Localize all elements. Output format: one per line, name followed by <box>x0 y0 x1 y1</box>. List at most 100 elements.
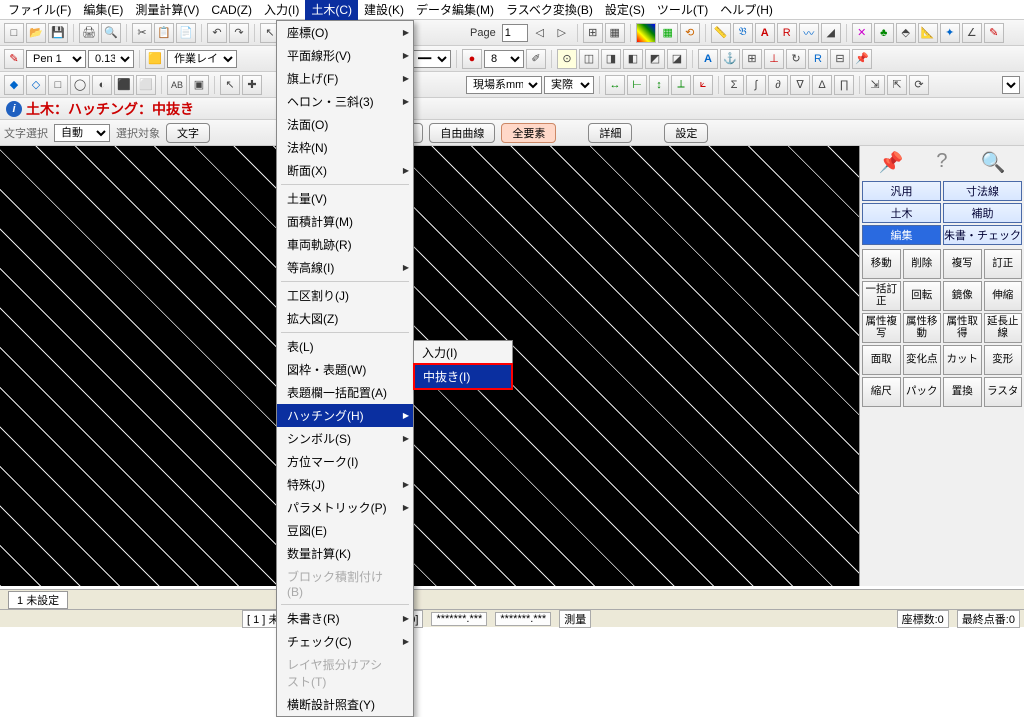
pen-size-select[interactable]: 0.13 <box>88 50 134 68</box>
dd-check[interactable]: チェック(C) <box>277 630 413 653</box>
angle-icon[interactable]: ◢ <box>821 23 841 43</box>
grid-icon[interactable]: ▦ <box>658 23 678 43</box>
compass-icon[interactable]: 𝔅 <box>733 23 753 43</box>
ext1-icon[interactable]: ⇲ <box>865 75 885 95</box>
ruler-icon[interactable]: 📏 <box>711 23 731 43</box>
layer-select[interactable]: 作業レイヤ <box>167 50 237 68</box>
layer-pen-icon[interactable]: 🟨 <box>145 49 165 69</box>
pin-icon[interactable]: 📌 <box>879 150 904 175</box>
pick5-icon[interactable]: ◐ <box>92 75 112 95</box>
mode-select[interactable]: 実際 <box>544 76 594 94</box>
calc3-icon[interactable]: ∂ <box>768 75 788 95</box>
snap5-icon[interactable]: ◩ <box>645 49 665 69</box>
print-icon[interactable]: 🖨 <box>79 23 99 43</box>
dd-cross-verify[interactable]: 横断設計照査(Y) <box>277 693 413 716</box>
area-icon[interactable]: ▣ <box>189 75 209 95</box>
menu-construction[interactable]: 建設(K) <box>358 0 410 20</box>
dd-mame[interactable]: 豆図(E) <box>277 519 413 542</box>
plus-icon[interactable]: ✚ <box>242 75 262 95</box>
end-select[interactable] <box>1002 76 1020 94</box>
dd-quantity[interactable]: 数量計算(K) <box>277 542 413 565</box>
dd-hatching[interactable]: ハッチング(H) <box>277 404 413 427</box>
tool-changepoint[interactable]: 変化点 <box>903 345 942 375</box>
text-ab-icon[interactable]: AB <box>167 75 187 95</box>
dim4-icon[interactable]: ⟂ <box>671 75 691 95</box>
calc4-icon[interactable]: ∇ <box>790 75 810 95</box>
menu-dataedit[interactable]: データ編集(M) <box>410 0 500 20</box>
menu-edit[interactable]: 編集(E) <box>77 0 129 20</box>
curve-icon[interactable]: 〰 <box>799 23 819 43</box>
dd-titleblock-batch[interactable]: 表題欄一括配置(A) <box>277 381 413 404</box>
tab-edit[interactable]: 編集 <box>862 225 941 245</box>
dim5-icon[interactable]: ⟀ <box>693 75 713 95</box>
num-select[interactable]: 8 <box>484 50 524 68</box>
point-icon[interactable]: ✦ <box>940 23 960 43</box>
ext3-icon[interactable]: ⟳ <box>909 75 929 95</box>
preview-icon[interactable]: 🔍 <box>101 23 121 43</box>
anchor-icon[interactable]: ⚓ <box>720 49 740 69</box>
tool-cut[interactable]: カット <box>943 345 982 375</box>
menu-settings[interactable]: 設定(S) <box>599 0 651 20</box>
dd-earthwork[interactable]: 土量(V) <box>277 187 413 210</box>
ext2-icon[interactable]: ⇱ <box>887 75 907 95</box>
color-icon[interactable] <box>636 23 656 43</box>
filter-settings-button[interactable]: 設定 <box>664 123 708 143</box>
pick4-icon[interactable]: ◯ <box>70 75 90 95</box>
tool-raster[interactable]: ラスタ <box>984 377 1023 407</box>
cut-icon[interactable]: ✂ <box>132 23 152 43</box>
menu-tool[interactable]: ツール(T) <box>651 0 714 20</box>
snap6-icon[interactable]: ◪ <box>667 49 687 69</box>
sm-hollow[interactable]: 中抜き(I) <box>413 363 513 390</box>
tool-copy[interactable]: 複写 <box>943 249 982 279</box>
box-r-icon[interactable]: R <box>808 49 828 69</box>
tool-fillet[interactable]: 面取 <box>862 345 901 375</box>
question-icon[interactable]: ? <box>936 150 947 175</box>
paste-icon[interactable]: 📄 <box>176 23 196 43</box>
filter-detail-button[interactable]: 詳細 <box>588 123 632 143</box>
magnifier-icon[interactable]: 🔍 <box>981 150 1006 175</box>
dd-parametric[interactable]: パラメトリック(P) <box>277 496 413 519</box>
tool-batchfix[interactable]: 一括訂正 <box>862 281 901 311</box>
menu-input[interactable]: 入力(I) <box>258 0 305 20</box>
page-next-icon[interactable]: ▷ <box>552 23 572 43</box>
units-select[interactable]: 現場系mm <box>466 76 542 94</box>
tool-move[interactable]: 移動 <box>862 249 901 279</box>
dd-plane[interactable]: 平面線形(V) <box>277 44 413 67</box>
run-icon[interactable]: ⟲ <box>680 23 700 43</box>
measure-icon[interactable]: ∠ <box>962 23 982 43</box>
redo-icon[interactable]: ↷ <box>229 23 249 43</box>
eyedropper-icon[interactable]: ✐ <box>526 49 546 69</box>
open-icon[interactable]: 📂 <box>26 23 46 43</box>
tool-attrget[interactable]: 属性取得 <box>943 313 982 343</box>
dim1-icon[interactable]: ↔ <box>605 75 625 95</box>
text-icon[interactable]: A <box>755 23 775 43</box>
dd-flag[interactable]: 旗上げ(F) <box>277 67 413 90</box>
tool-mirror[interactable]: 鏡像 <box>943 281 982 311</box>
snap2-icon[interactable]: ◫ <box>579 49 599 69</box>
line-style-select[interactable]: ━━ <box>411 50 451 68</box>
filter-all-button[interactable]: 全要素 <box>501 123 556 143</box>
dd-north[interactable]: 方位マーク(I) <box>277 450 413 473</box>
tool-stretch[interactable]: 伸縮 <box>984 281 1023 311</box>
tool-scale[interactable]: 縮尺 <box>862 377 901 407</box>
copy-icon[interactable]: 📋 <box>154 23 174 43</box>
section-icon[interactable]: 📐 <box>918 23 938 43</box>
rot-icon[interactable]: ↻ <box>786 49 806 69</box>
dd-areacalc[interactable]: 面積計算(M) <box>277 210 413 233</box>
hatch-icon[interactable]: ✕ <box>852 23 872 43</box>
grid2-icon[interactable]: ⊞ <box>742 49 762 69</box>
save-icon[interactable]: 💾 <box>48 23 68 43</box>
calc6-icon[interactable]: ∏ <box>834 75 854 95</box>
snap-icon[interactable]: ⊙ <box>557 49 577 69</box>
dd-section-div[interactable]: 工区割り(J) <box>277 284 413 307</box>
rect-icon[interactable]: R <box>777 23 797 43</box>
pen-icon[interactable]: ✎ <box>4 49 24 69</box>
menu-cad[interactable]: CAD(Z) <box>205 1 258 19</box>
tool-rotate[interactable]: 回転 <box>903 281 942 311</box>
tool-attrcopy[interactable]: 属性複写 <box>862 313 901 343</box>
tab-redcheck[interactable]: 朱書・チェック <box>943 225 1022 245</box>
pin-icon[interactable]: 📌 <box>852 49 872 69</box>
tool-pack[interactable]: パック <box>903 377 942 407</box>
tab-dimension[interactable]: 寸法線 <box>943 181 1022 201</box>
snap3-icon[interactable]: ◨ <box>601 49 621 69</box>
